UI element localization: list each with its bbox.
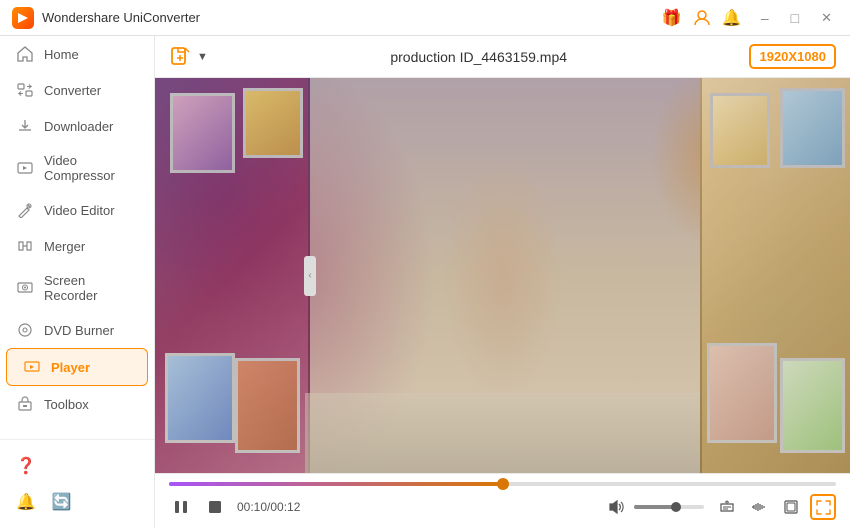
sidebar: Home Converter Downloader (0, 36, 155, 528)
sidebar-label-converter: Converter (44, 83, 101, 98)
video-controls: 00:10/00:12 (155, 473, 850, 528)
sidebar-bottom: ❓ 🔔 🔄 (0, 439, 154, 528)
main-layout: Home Converter Downloader (0, 36, 850, 528)
volume-thumb (671, 502, 681, 512)
fullscreen-button[interactable] (810, 494, 836, 520)
app-logo (12, 7, 34, 29)
sidebar-label-toolbox: Toolbox (44, 397, 89, 412)
floor (305, 393, 700, 473)
progress-bar[interactable] (169, 482, 836, 486)
controls-row: 00:10/00:12 (169, 494, 836, 520)
sidebar-item-downloader[interactable]: Downloader (0, 108, 154, 144)
volume-fill (634, 505, 676, 509)
volume-icon (608, 499, 624, 515)
resolution-badge[interactable]: 1920X1080 (749, 44, 836, 69)
add-file-icon (169, 45, 193, 69)
screen-recorder-icon (16, 279, 34, 297)
video-editor-icon (16, 201, 34, 219)
volume-area (604, 495, 704, 519)
right-controls (714, 494, 836, 520)
sidebar-item-screen-recorder[interactable]: Screen Recorder (0, 264, 154, 312)
minimize-button[interactable]: – (755, 8, 775, 28)
user-icon[interactable] (691, 7, 713, 29)
window-controls: – □ ✕ (755, 8, 838, 28)
sidebar-label-dvd-burner: DVD Burner (44, 323, 114, 338)
fullscreen-icon (816, 500, 831, 515)
sidebar-label-video-compressor: Video Compressor (44, 153, 138, 183)
add-file-chevron: ▼ (197, 51, 208, 63)
sidebar-label-player: Player (51, 360, 90, 375)
video-toolbar: ▼ production ID_4463159.mp4 1920X1080 (155, 36, 850, 78)
sidebar-item-toolbox[interactable]: Toolbox (0, 386, 154, 422)
app-title: Wondershare UniConverter (42, 10, 661, 25)
volume-button[interactable] (604, 495, 628, 519)
stop-button[interactable] (203, 495, 227, 519)
crop-icon (783, 499, 799, 515)
refresh-icon[interactable]: 🔄 (52, 492, 72, 512)
video-compressor-icon (16, 159, 34, 177)
progress-fill (169, 482, 503, 486)
sidebar-item-merger[interactable]: Merger (0, 228, 154, 264)
downloader-icon (16, 117, 34, 135)
sidebar-item-video-compressor[interactable]: Video Compressor (0, 144, 154, 192)
titlebar-actions: 🎁 🔔 (661, 7, 743, 29)
maximize-button[interactable]: □ (785, 8, 805, 28)
audio-button[interactable] (746, 494, 772, 520)
titlebar: Wondershare UniConverter 🎁 🔔 – □ ✕ (0, 0, 850, 36)
subtitle-icon (719, 499, 735, 515)
painting-right (700, 78, 850, 473)
crop-button[interactable] (778, 494, 804, 520)
converter-icon (16, 81, 34, 99)
help-icon: ❓ (16, 456, 36, 476)
sidebar-label-downloader: Downloader (44, 119, 113, 134)
person-figure (423, 161, 583, 391)
add-file-button[interactable]: ▼ (169, 45, 208, 69)
collapse-sidebar-handle[interactable]: ‹ (304, 256, 316, 296)
sidebar-item-converter[interactable]: Converter (0, 72, 154, 108)
subtitle-button[interactable] (714, 494, 740, 520)
volume-slider[interactable] (634, 505, 704, 509)
video-filename: production ID_4463159.mp4 (220, 49, 738, 65)
sidebar-item-video-editor[interactable]: Video Editor (0, 192, 154, 228)
notification-bottom-icon[interactable]: 🔔 (16, 492, 36, 512)
stop-icon (208, 500, 222, 514)
player-icon (23, 358, 41, 376)
sidebar-help-button[interactable]: ❓ (0, 448, 154, 484)
painting-left (155, 78, 310, 473)
notification-icon[interactable]: 🔔 (721, 7, 743, 29)
sidebar-label-screen-recorder: Screen Recorder (44, 273, 138, 303)
pause-button[interactable] (169, 495, 193, 519)
video-container: ‹ (155, 78, 850, 473)
toolbox-icon (16, 395, 34, 413)
sidebar-label-home: Home (44, 47, 79, 62)
dvd-burner-icon (16, 321, 34, 339)
sidebar-label-merger: Merger (44, 239, 85, 254)
sidebar-label-video-editor: Video Editor (44, 203, 115, 218)
gift-icon[interactable]: 🎁 (661, 7, 683, 29)
sidebar-item-home[interactable]: Home (0, 36, 154, 72)
home-icon (16, 45, 34, 63)
pause-icon (173, 499, 189, 515)
sidebar-item-player[interactable]: Player (6, 348, 148, 386)
logo-icon (16, 11, 30, 25)
content-area: ▼ production ID_4463159.mp4 1920X1080 (155, 36, 850, 528)
waveform-icon (751, 499, 767, 515)
merger-icon (16, 237, 34, 255)
sidebar-item-dvd-burner[interactable]: DVD Burner (0, 312, 154, 348)
close-button[interactable]: ✕ (815, 8, 838, 28)
progress-thumb (497, 478, 509, 490)
time-display: 00:10/00:12 (237, 500, 300, 514)
